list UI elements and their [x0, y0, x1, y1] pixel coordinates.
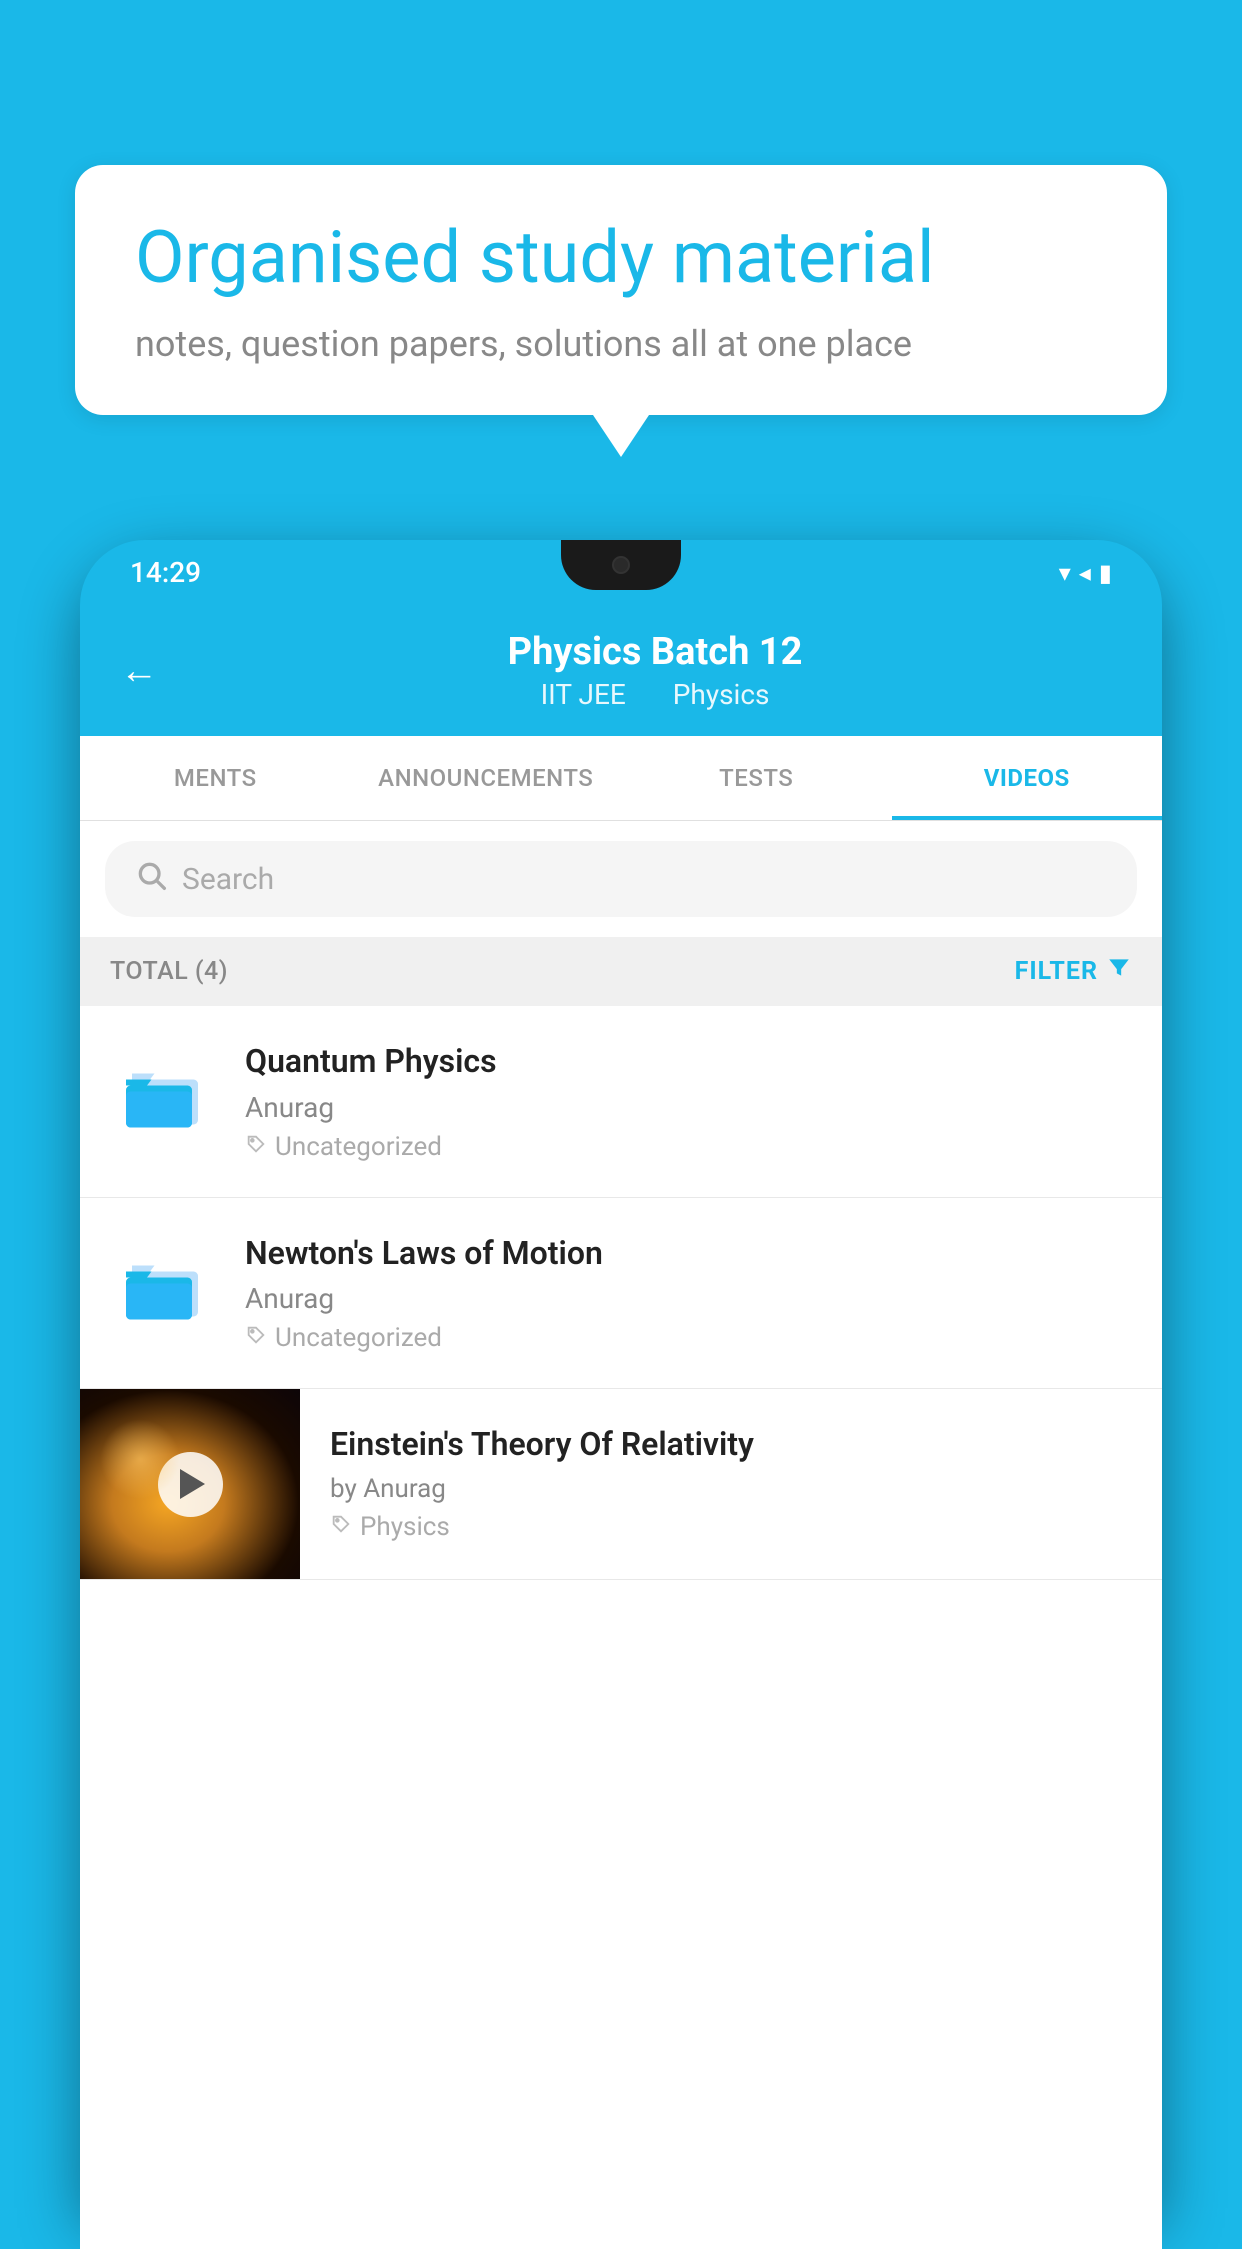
status-icons: ▾ ◂ ▮	[1059, 559, 1112, 587]
play-triangle-icon	[180, 1469, 205, 1499]
status-time: 14:29	[130, 556, 201, 589]
video-list: Quantum Physics Anurag Uncategorized	[80, 1006, 1162, 1580]
tab-ments[interactable]: MENTS	[80, 736, 351, 820]
phone-content: MENTS ANNOUNCEMENTS TESTS VIDEOS	[80, 736, 1162, 2249]
search-bar[interactable]: Search	[105, 841, 1137, 917]
battery-icon: ▮	[1099, 559, 1112, 587]
video-title: Quantum Physics	[245, 1041, 1132, 1083]
camera-dot	[612, 556, 630, 574]
signal-icon: ◂	[1079, 559, 1091, 587]
video-info: Newton's Laws of Motion Anurag Uncategor…	[245, 1233, 1132, 1354]
header-title-area: Physics Batch 12 IIT JEE Physics	[188, 630, 1122, 711]
list-item[interactable]: Quantum Physics Anurag Uncategorized	[80, 1006, 1162, 1198]
tag-icon	[330, 1512, 352, 1542]
tab-videos[interactable]: VIDEOS	[892, 736, 1163, 820]
header-subtitle: IIT JEE Physics	[188, 678, 1122, 711]
video-author: Anurag	[245, 1282, 1132, 1315]
video-author: Anurag	[245, 1091, 1132, 1124]
video-author: by Anurag	[330, 1474, 1132, 1504]
list-item[interactable]: Einstein's Theory Of Relativity by Anura…	[80, 1389, 1162, 1580]
search-container: Search	[80, 821, 1162, 937]
bubble-subtitle: notes, question papers, solutions all at…	[135, 323, 1107, 365]
video-tag: Uncategorized	[245, 1323, 1132, 1353]
video-info: Einstein's Theory Of Relativity by Anura…	[300, 1389, 1162, 1577]
filter-funnel-icon	[1106, 955, 1132, 988]
video-tag: Uncategorized	[245, 1132, 1132, 1162]
subtitle-physics: Physics	[673, 678, 770, 711]
phone-frame: 14:29 ▾ ◂ ▮ ← Physics Batch 12 IIT JEE P…	[80, 540, 1162, 2208]
app-header: ← Physics Batch 12 IIT JEE Physics	[80, 605, 1162, 736]
filter-label: FILTER	[1015, 957, 1098, 986]
total-label: TOTAL (4)	[110, 957, 228, 986]
speech-bubble: Organised study material notes, question…	[75, 165, 1167, 415]
folder-thumbnail	[110, 1233, 220, 1343]
tag-icon	[245, 1323, 267, 1353]
filter-row: TOTAL (4) FILTER	[80, 937, 1162, 1006]
tabs-bar: MENTS ANNOUNCEMENTS TESTS VIDEOS	[80, 736, 1162, 821]
header-title: Physics Batch 12	[188, 630, 1122, 674]
folder-thumbnail	[110, 1041, 220, 1151]
phone-notch	[561, 540, 681, 590]
wifi-icon: ▾	[1059, 559, 1071, 587]
tag-icon	[245, 1132, 267, 1162]
back-button[interactable]: ←	[120, 649, 158, 693]
bubble-title: Organised study material	[135, 215, 1107, 301]
video-tag: Physics	[330, 1512, 1132, 1542]
filter-button[interactable]: FILTER	[1015, 955, 1132, 988]
search-icon	[135, 859, 167, 899]
video-title: Einstein's Theory Of Relativity	[330, 1424, 1132, 1466]
status-bar: 14:29 ▾ ◂ ▮	[80, 540, 1162, 605]
nebula-effect	[100, 1419, 180, 1499]
tab-tests[interactable]: TESTS	[621, 736, 892, 820]
subtitle-iitjee: IIT JEE	[541, 678, 626, 711]
video-thumbnail	[80, 1389, 300, 1579]
video-info: Quantum Physics Anurag Uncategorized	[245, 1041, 1132, 1162]
search-placeholder: Search	[182, 862, 274, 897]
video-title: Newton's Laws of Motion	[245, 1233, 1132, 1275]
list-item[interactable]: Newton's Laws of Motion Anurag Uncategor…	[80, 1198, 1162, 1390]
tab-announcements[interactable]: ANNOUNCEMENTS	[351, 736, 622, 820]
